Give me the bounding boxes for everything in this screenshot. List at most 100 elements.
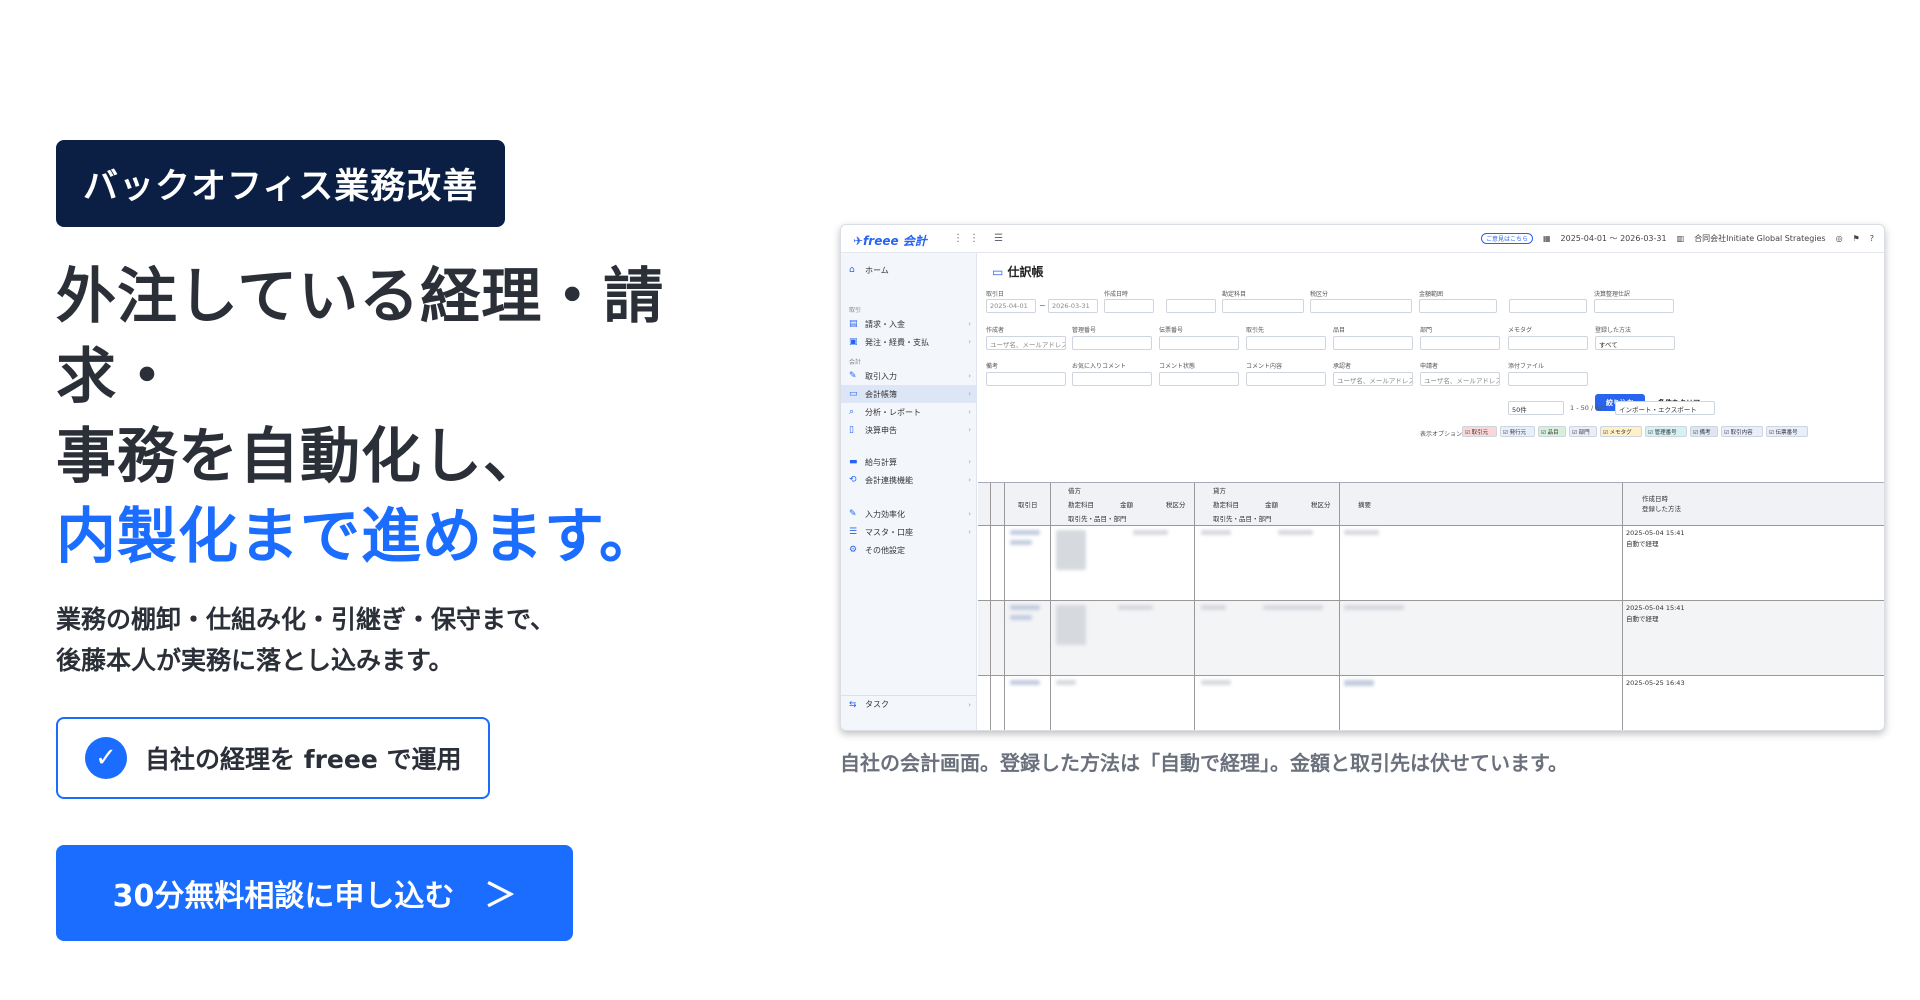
import-export-button[interactable]: インポート・エクスポート xyxy=(1615,401,1715,415)
col-credit-sub: 取引先・品目・部門 xyxy=(1213,515,1272,523)
col-created[interactable]: 作成日時 xyxy=(1642,493,1668,503)
col-credit-account: 勘定科目 xyxy=(1213,501,1239,509)
applicant-input[interactable]: ユーザ名、メールアドレス xyxy=(1420,372,1500,386)
dept-label: 部門 xyxy=(1420,327,1433,334)
fav-select[interactable] xyxy=(1072,372,1152,386)
receipt-icon: ▣ xyxy=(849,337,858,347)
col-method: 登録した方法 xyxy=(1642,505,1681,513)
display-option-toggle[interactable]: ☑ 伝票番号 xyxy=(1766,426,1808,437)
approver-label: 承認者 xyxy=(1333,363,1352,370)
account-select[interactable] xyxy=(1222,299,1304,313)
account-label: 勘定科目 xyxy=(1222,291,1247,298)
display-option-toggle[interactable]: ☑ 発行元 xyxy=(1500,426,1535,437)
manage-input[interactable] xyxy=(1072,336,1152,350)
fiscal-period[interactable]: 2025-04-01 〜 2026-03-31 xyxy=(1561,233,1667,244)
col-date[interactable]: 取引日 xyxy=(1018,499,1038,509)
display-option-toggle[interactable]: ☑ 部門 xyxy=(1569,426,1597,437)
amount-min-input[interactable] xyxy=(1419,299,1497,313)
sidebar-item-payroll[interactable]: ▬ 給与計算 › xyxy=(841,453,977,471)
table-row[interactable]: 2025-05-25 16:43 xyxy=(978,676,1884,706)
main-content: ▭ 仕訳帳 取引日 2025-04-01 ~ 2026-03-31 作成日時 勘… xyxy=(978,253,1884,730)
creator-label: 作成者 xyxy=(986,327,1005,334)
col-debit-amount: 金額 xyxy=(1120,501,1133,509)
chevron-right-icon: ＞ xyxy=(484,876,517,914)
settle-select[interactable] xyxy=(1594,299,1674,313)
freee-screenshot: ✈freee 会計 ⋮⋮ ☰ ご意見はこちら ▦ 2025-04-01 〜 20… xyxy=(840,224,1885,731)
dept-input[interactable] xyxy=(1420,336,1500,350)
date-to-input[interactable]: 2026-03-31 xyxy=(1048,299,1098,313)
cta-label: 30分無料相談に申し込む xyxy=(112,879,455,914)
display-option-toggle[interactable]: ☑ 取引元 xyxy=(1462,426,1497,437)
headline: 外注している経理・請求・ 事務を自動化し、 内製化まで進めます。 xyxy=(56,257,776,577)
headline-line-3: 内製化まで進めます。 xyxy=(56,502,660,572)
sidebar-item-entry[interactable]: ✎ 取引入力 › xyxy=(841,367,977,385)
voucher-input[interactable] xyxy=(1159,336,1239,350)
table-row[interactable]: 2025-05-04 15:41 自動で経理 xyxy=(978,601,1884,676)
date-label: 取引日 xyxy=(986,291,1005,298)
journal-table: 取引日 借方 勘定科目 金額 税区分 取引先・品目・部門 貸方 勘定科目 金額 … xyxy=(978,482,1884,730)
sidebar-item-home[interactable]: ⌂ ホーム xyxy=(841,261,977,279)
tax-select[interactable] xyxy=(1310,299,1412,313)
home-icon: ⌂ xyxy=(849,265,855,275)
calendar-icon: ▦ xyxy=(1542,234,1551,243)
sidebar-item-task[interactable]: ⇆ タスク › xyxy=(841,695,977,713)
sidebar-item-report[interactable]: ⌕ 分析・レポート › xyxy=(841,403,977,421)
consultation-cta-button[interactable]: 30分無料相談に申し込む ＞ xyxy=(56,845,573,941)
sidebar-item-automation[interactable]: ✎ 入力効率化 › xyxy=(841,505,977,523)
comment-label: コメント内容 xyxy=(1246,363,1283,370)
file-select[interactable] xyxy=(1508,372,1588,386)
sidebar-section-kaikei: 会計 xyxy=(849,359,862,366)
document-icon: ▤ xyxy=(849,319,858,329)
col-debit-account: 勘定科目 xyxy=(1068,501,1094,509)
display-option-toggle[interactable]: ☑ 管理番号 xyxy=(1645,426,1687,437)
sidebar-item-closing[interactable]: ▯ 決算申告 › xyxy=(841,421,977,439)
feedback-pill[interactable]: ご意見はこちら xyxy=(1480,233,1533,244)
display-option-toggle[interactable]: ☑ メモタグ xyxy=(1600,426,1642,437)
applicant-label: 申請者 xyxy=(1420,363,1439,370)
page-title: ▭ 仕訳帳 xyxy=(992,265,1044,279)
help-icon[interactable]: ? xyxy=(1870,234,1874,243)
comment-state-select[interactable] xyxy=(1159,372,1239,386)
note-input[interactable] xyxy=(986,372,1066,386)
flag-icon[interactable]: ⚑ xyxy=(1853,234,1860,243)
row-created: 2025-05-04 15:41 xyxy=(1626,604,1685,612)
method-select[interactable]: すべて xyxy=(1595,336,1675,350)
subheading: 業務の棚卸・仕組み化・引継ぎ・保守まで、 後藤本人が実務に落とし込みます。 xyxy=(56,599,776,681)
item-input[interactable] xyxy=(1333,336,1413,350)
method-label: 登録した方法 xyxy=(1595,327,1632,334)
memo-label: メモタグ xyxy=(1508,327,1533,334)
book-icon: ▭ xyxy=(992,265,1008,279)
tax-label: 税区分 xyxy=(1310,291,1329,298)
table-row[interactable]: 2025-05-04 15:41 自動で経理 xyxy=(978,526,1884,601)
user-icon[interactable]: ◎ xyxy=(1836,234,1843,243)
badge-text: 自社の経理を freee で運用 xyxy=(145,745,462,774)
date-from-input[interactable]: 2025-04-01 xyxy=(986,299,1036,313)
sidebar-item-expense[interactable]: ▣ 発注・経費・支払 › xyxy=(841,333,977,351)
creator-input[interactable]: ユーザ名、メールアドレス xyxy=(986,336,1066,350)
book-icon: ▭ xyxy=(849,389,858,399)
approver-input[interactable]: ユーザ名、メールアドレス xyxy=(1333,372,1413,386)
display-option-toggle[interactable]: ☑ 取引内容 xyxy=(1721,426,1763,437)
sidebar-item-invoice[interactable]: ▤ 請求・入金 › xyxy=(841,315,977,333)
building-icon: ▥ xyxy=(1676,234,1685,243)
sidebar-item-link[interactable]: ⟲ 会計連携機能 › xyxy=(841,471,977,489)
comment-input[interactable] xyxy=(1246,372,1326,386)
menu-icons[interactable]: ⋮⋮ ☰ xyxy=(953,233,1009,244)
sidebar-section-torihiki: 取引 xyxy=(849,307,862,314)
per-page-select[interactable]: 50件 xyxy=(1508,401,1564,415)
display-option-toggle[interactable]: ☑ 品目 xyxy=(1538,426,1566,437)
partner-input[interactable] xyxy=(1246,336,1326,350)
display-option-toggle[interactable]: ☑ 備考 xyxy=(1690,426,1718,437)
company-name[interactable]: 合同会社Initiate Global Strategies xyxy=(1694,233,1825,244)
sidebar-item-books[interactable]: ▭ 会計帳簿 › xyxy=(841,385,977,403)
amount-max-input[interactable] xyxy=(1509,299,1587,313)
sidebar-item-settings[interactable]: ⚙ その他設定 xyxy=(841,541,977,559)
comment-state-label: コメント状態 xyxy=(1159,363,1196,370)
created-from-input[interactable] xyxy=(1104,299,1154,313)
memo-input[interactable] xyxy=(1508,336,1588,350)
created-to-input[interactable] xyxy=(1166,299,1216,313)
link-icon: ⟲ xyxy=(849,475,857,485)
file-label: 添付ファイル xyxy=(1508,363,1545,370)
gear-icon: ⚙ xyxy=(849,545,858,555)
sidebar-item-master[interactable]: ☰ マスタ・口座 › xyxy=(841,523,977,541)
